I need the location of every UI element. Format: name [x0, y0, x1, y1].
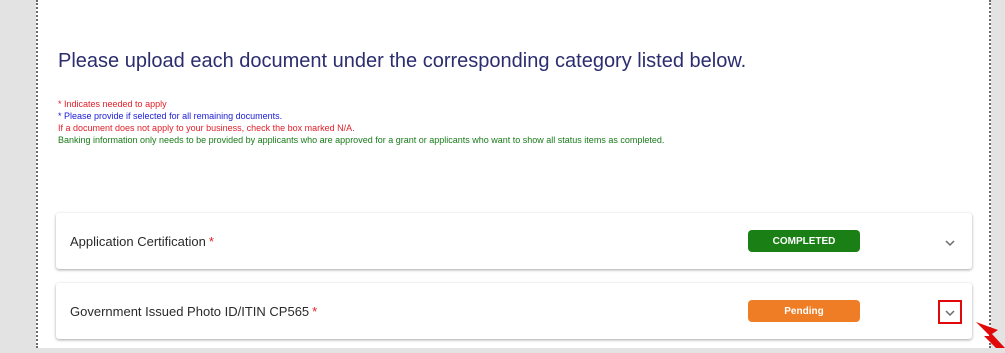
chevron-down-icon[interactable]	[942, 305, 958, 321]
status-badge: COMPLETED	[748, 230, 860, 252]
page-title: Please upload each document under the co…	[58, 50, 747, 72]
chevron-down-icon[interactable]	[942, 235, 958, 251]
document-title-text: Application Certification	[70, 234, 206, 249]
required-note: * Indicates needed to apply	[58, 99, 167, 109]
required-marker: *	[312, 304, 318, 319]
document-card-government-photo-id[interactable]: Government Issued Photo ID/ITIN CP565 * P…	[56, 283, 972, 339]
document-upload-panel: Please upload each document under the co…	[36, 0, 991, 348]
document-card-application-certification[interactable]: Application Certification * COMPLETED	[56, 213, 972, 269]
required-marker: *	[208, 234, 214, 249]
document-title-text: Government Issued Photo ID/ITIN CP565	[70, 304, 310, 319]
red-arrow-icon	[962, 318, 1005, 348]
status-badge: Pending	[748, 300, 860, 322]
na-note: If a document does not apply to your bus…	[58, 123, 355, 133]
instruction-notes: * Indicates needed to apply * Please pro…	[58, 98, 664, 146]
document-title: Government Issued Photo ID/ITIN CP565 *	[70, 304, 317, 319]
banking-note: Banking information only needs to be pro…	[58, 135, 665, 145]
conditional-note: * Please provide if selected for all rem…	[58, 111, 283, 121]
document-title: Application Certification *	[70, 234, 214, 249]
